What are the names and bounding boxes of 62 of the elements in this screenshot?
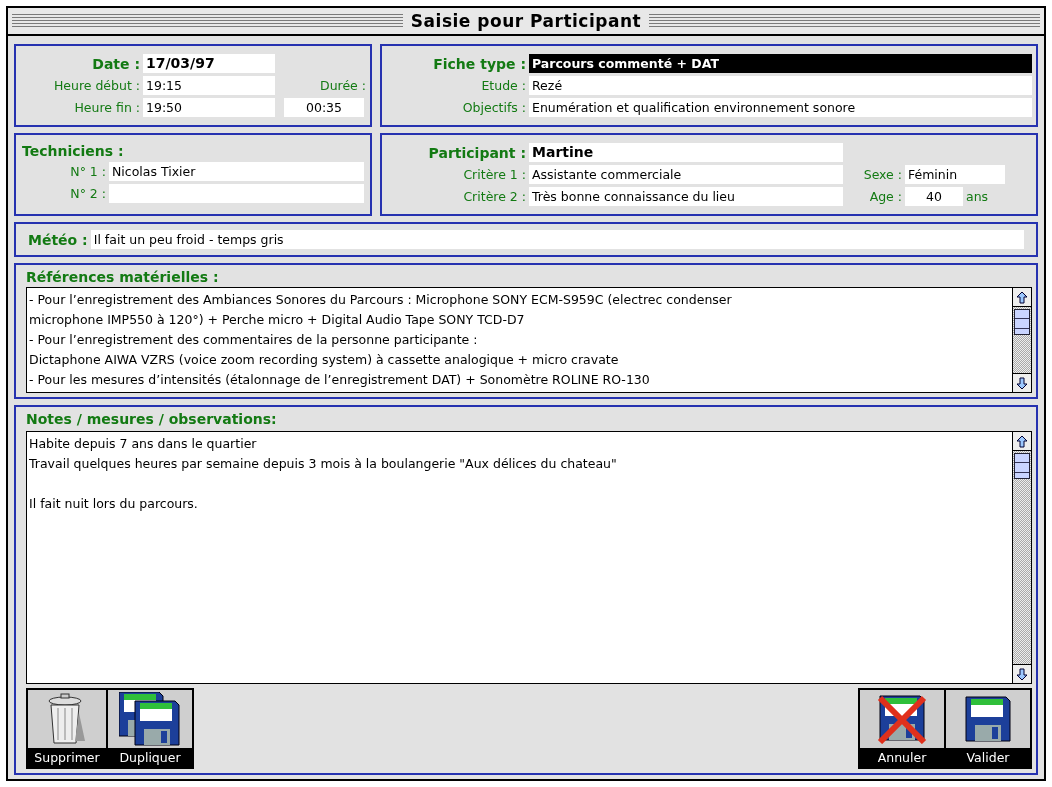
scroll-thumb[interactable]	[1014, 309, 1030, 335]
start-time-field[interactable]: 19:15	[143, 76, 275, 95]
field-label: Age :	[868, 189, 902, 204]
field-label: Fiche type :	[432, 55, 526, 72]
trash-can-icon	[47, 693, 87, 745]
duplicate-button[interactable]: Dupliquer	[108, 690, 192, 767]
down-arrow-icon	[1016, 376, 1028, 390]
text-line: microphone IMP550 à 120°) + Perche micro + Digital Audio Tape SONY TCD-D7	[29, 311, 526, 329]
field-label: Durée :	[319, 78, 366, 93]
window-title: Saisie pour Participant	[410, 11, 642, 31]
date-field[interactable]: 17/03/97	[143, 54, 275, 73]
crossed-floppy-disk-icon	[876, 694, 928, 744]
equipment-text-area[interactable]	[26, 287, 1032, 393]
field-label: Heure fin :	[73, 100, 140, 115]
field-label: Météo :	[28, 231, 88, 248]
scroll-up-button[interactable]	[1013, 432, 1031, 451]
scroll-thumb[interactable]	[1014, 453, 1030, 479]
notes-text-area[interactable]: Habite depuis 7 ans dans le quartier Travail quelques heures par semaine depuis 3 mois à la boulangerie "Aux délices du chateau" Il fait nuit lors du parcours.	[26, 431, 1032, 684]
technician-field[interactable]: Nicolas Tixier	[109, 162, 364, 181]
field-label: Etude :	[480, 78, 526, 93]
delete-button[interactable]: Supprimer	[28, 690, 106, 767]
up-arrow-icon	[1016, 434, 1028, 448]
section-title: Notes / mesures / observations:	[26, 411, 278, 427]
objectives-field[interactable]: Enumération et qualification environnement sonore	[529, 98, 1032, 117]
duration-field[interactable]: 00:35	[284, 98, 364, 117]
field-label: Heure début :	[52, 78, 140, 93]
text-line: Il fait nuit lors du parcours.	[29, 495, 199, 513]
text-line: Habite depuis 7 ans dans le quartier	[29, 435, 258, 453]
unit-label: ans	[966, 189, 989, 204]
field-label: Date :	[91, 55, 140, 72]
participant-field[interactable]: Martine	[529, 143, 843, 162]
scroll-up-button[interactable]	[1013, 288, 1031, 307]
text-line: - Pour les mesures d’intensités (étalonnage de l’enregistrement DAT) + Sonomètre ROLINE RO-130	[29, 371, 651, 389]
age-field[interactable]: 40	[905, 187, 963, 206]
validate-button[interactable]: Valider	[946, 690, 1030, 767]
section-title: Techniciens :	[22, 143, 124, 159]
end-time-field[interactable]: 19:50	[143, 98, 275, 117]
text-line: Dictaphone AIWA VZRS (voice zoom recording system) à cassette analogique + micro cravate	[29, 351, 620, 369]
field-label: Sexe :	[862, 167, 902, 182]
text-line: - Pour l’enregistrement des commentaires de la personne participante :	[29, 331, 479, 349]
text-line: Travail quelques heures par semaine depuis 3 mois à la boulangerie "Aux délices du chateau"	[29, 455, 618, 473]
scroll-down-button[interactable]	[1013, 373, 1031, 392]
down-arrow-icon	[1016, 667, 1028, 681]
weather-field[interactable]: Il fait un peu froid - temps gris	[90, 230, 1024, 249]
up-arrow-icon	[1016, 290, 1028, 304]
sex-field[interactable]: Féminin	[905, 165, 1005, 184]
floppy-disks-icon	[119, 692, 181, 746]
field-label: Critère 1 :	[462, 167, 526, 182]
study-field[interactable]: Rezé	[529, 76, 1032, 95]
technician-field[interactable]	[109, 184, 364, 203]
field-label: Critère 2 :	[462, 189, 526, 204]
criterion-field[interactable]: Assistante commerciale	[529, 165, 843, 184]
sheet-type-field[interactable]: Parcours commenté + DAT	[529, 54, 1032, 73]
section-title: Références matérielles :	[26, 269, 220, 285]
criterion-field[interactable]: Très bonne connaissance du lieu	[529, 187, 843, 206]
field-label: Participant :	[427, 144, 526, 161]
field-label: N° 1 :	[69, 164, 106, 179]
field-label: Objectifs :	[461, 100, 526, 115]
scroll-down-button[interactable]	[1013, 664, 1031, 683]
field-label: N° 2 :	[69, 186, 106, 201]
text-line: - Pour l’enregistrement des Ambiances Sonores du Parcours : Microphone SONY ECM-S959C (electrec condenser	[29, 291, 733, 309]
cancel-button[interactable]: Annuler	[860, 690, 944, 767]
